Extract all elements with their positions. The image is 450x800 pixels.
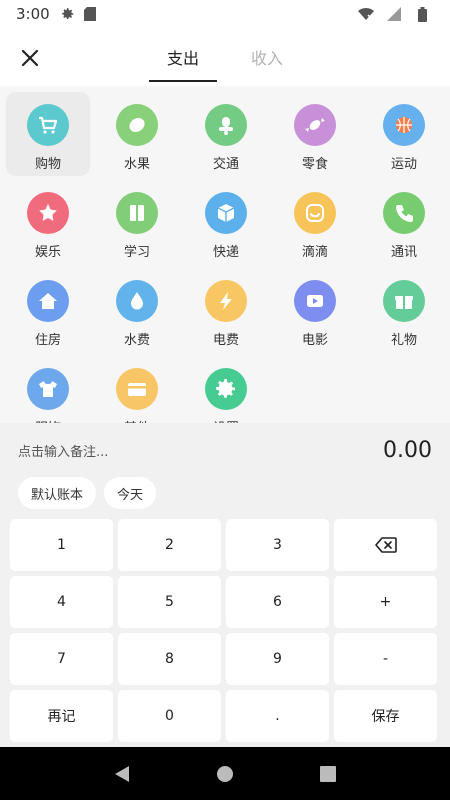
house-icon [27,280,69,322]
category-communication[interactable]: 通讯 [362,180,446,264]
keypad: 1 2 3 4 5 6 + 7 8 9 - 再记 0 . 保存 [10,519,437,742]
category-label: 滴滴 [301,245,328,260]
sd-card-icon [82,6,98,22]
navigation-bar [0,747,450,800]
key-4[interactable]: 4 [10,576,113,628]
cart-icon [27,104,69,146]
key-5[interactable]: 5 [118,576,221,628]
key-minus[interactable]: - [334,633,437,685]
star-icon [27,192,69,234]
status-time: 3:00 [16,5,50,23]
lemon-icon [116,104,158,146]
key-3[interactable]: 3 [226,519,329,571]
category-electricity[interactable]: 电费 [184,268,268,352]
battery-icon [414,6,430,22]
signal-icon [386,6,402,22]
category-label: 零食 [301,157,328,172]
category-fruit[interactable]: 水果 [95,92,179,176]
category-snacks[interactable]: 零食 [273,92,357,176]
tab-income-label: 收入 [250,49,283,68]
gift-icon [383,280,425,322]
record-again-key[interactable]: 再记 [10,690,113,742]
key-0[interactable]: 0 [118,690,221,742]
category-label: 水果 [123,157,150,172]
basketball-icon [383,104,425,146]
category-didi[interactable]: 滴滴 [273,180,357,264]
category-movie[interactable]: 电影 [273,268,357,352]
water-drop-icon [116,280,158,322]
category-housing[interactable]: 住房 [6,268,90,352]
backspace-icon [374,537,397,553]
key-1[interactable]: 1 [10,519,113,571]
play-icon [294,280,336,322]
tab-income[interactable]: 收入 [233,28,301,86]
header: 支出 收入 [0,28,450,86]
phone-icon [383,192,425,234]
wifi-icon [358,6,374,22]
category-express[interactable]: 快递 [184,180,268,264]
backspace-key[interactable] [334,519,437,571]
scooter-icon [205,104,247,146]
didi-icon [294,192,336,234]
key-decimal[interactable]: . [226,690,329,742]
category-entertainment[interactable]: 娱乐 [6,180,90,264]
package-icon [205,192,247,234]
tab-expense-label: 支出 [166,49,199,68]
recents-button[interactable] [313,759,343,789]
key-9[interactable]: 9 [226,633,329,685]
key-2[interactable]: 2 [118,519,221,571]
category-label: 学习 [123,245,150,260]
key-plus[interactable]: + [334,576,437,628]
key-8[interactable]: 8 [118,633,221,685]
input-panel: 点击输入备注... 0.00 默认账本 今天 1 2 3 4 5 6 + 7 8… [0,423,450,747]
category-gift[interactable]: 礼物 [362,268,446,352]
ledger-chip[interactable]: 默认账本 [18,477,97,509]
book-icon [116,192,158,234]
category-label: 礼物 [390,333,417,348]
category-other[interactable]: 其他 [95,356,179,423]
back-icon [114,765,129,782]
save-key[interactable]: 保存 [334,690,437,742]
category-label: 快递 [212,245,239,260]
status-bar: 3:00 [0,0,450,28]
recents-icon [320,765,337,782]
back-button[interactable] [107,759,137,789]
category-transport[interactable]: 交通 [184,92,268,176]
category-water-bill[interactable]: 水费 [95,268,179,352]
key-7[interactable]: 7 [10,633,113,685]
candy-icon [294,104,336,146]
card-icon [116,368,158,410]
key-6[interactable]: 6 [226,576,329,628]
category-sports[interactable]: 运动 [362,92,446,176]
chip-row: 默认账本 今天 [18,477,157,509]
gear-status-icon [60,6,76,22]
date-chip[interactable]: 今天 [104,477,157,509]
category-label: 电费 [212,333,239,348]
category-label: 住房 [34,333,61,348]
category-label: 交通 [212,157,239,172]
category-label: 购物 [34,157,61,172]
home-button[interactable] [210,759,240,789]
category-label: 电影 [301,333,328,348]
category-settings[interactable]: 设置 [184,356,268,423]
gear-icon [205,368,247,410]
category-grid: 购物 水果 交通 零食 运动 娱乐 学习 快递 滴滴 通讯 住房 水费 电费 电… [6,92,450,423]
tab-bar: 支出 收入 [0,28,450,86]
home-icon [216,765,233,782]
category-label: 水费 [123,333,150,348]
category-grid-area: 购物 水果 交通 零食 运动 娱乐 学习 快递 滴滴 通讯 住房 水费 电费 电… [0,86,450,423]
category-label: 通讯 [390,245,417,260]
tab-expense[interactable]: 支出 [149,28,217,86]
memo-input[interactable]: 点击输入备注... [18,441,108,460]
memo-row: 点击输入备注... 0.00 [0,423,450,477]
category-shopping[interactable]: 购物 [6,92,90,176]
category-label: 娱乐 [34,245,61,260]
shirt-icon [27,368,69,410]
amount-display: 0.00 [383,437,432,463]
category-study[interactable]: 学习 [95,180,179,264]
category-label: 运动 [390,157,417,172]
category-clothing[interactable]: 服饰 [6,356,90,423]
lightning-icon [205,280,247,322]
